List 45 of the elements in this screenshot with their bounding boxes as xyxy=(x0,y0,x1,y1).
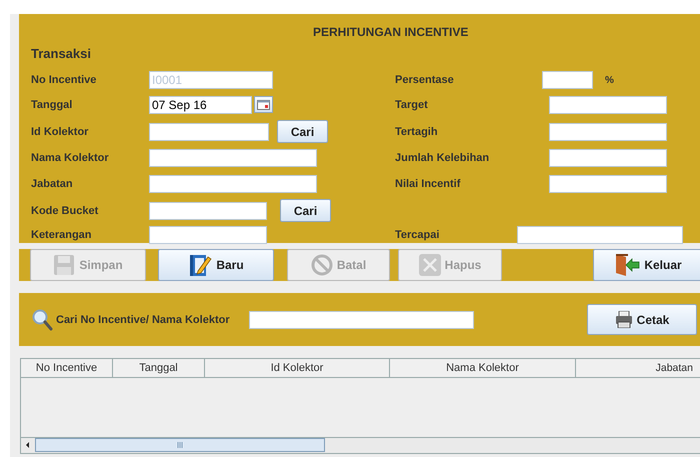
form-title: PERHITUNGAN INCENTIVE xyxy=(313,25,468,41)
text-field[interactable] xyxy=(549,149,667,167)
text-field[interactable] xyxy=(149,226,267,244)
field-label: Nilai Incentif xyxy=(395,178,460,190)
calendar-button[interactable] xyxy=(254,96,273,113)
date-field[interactable]: 07 Sep 16 xyxy=(149,96,252,114)
search-button[interactable]: Cari xyxy=(280,199,331,222)
search-label: Cari No Incentive/ Nama Kolektor xyxy=(56,314,231,326)
field-label: Jumlah Kelebihan xyxy=(395,152,490,164)
notebook-pencil-icon xyxy=(188,253,212,277)
field-label: Tanggal xyxy=(31,98,74,110)
search-field[interactable] xyxy=(249,310,474,328)
prohibited-icon xyxy=(310,254,333,276)
exit-button[interactable]: Keluar xyxy=(593,249,700,281)
unit-label: % xyxy=(605,74,614,86)
field-label: Tercapai xyxy=(395,229,440,241)
text-field[interactable] xyxy=(549,96,667,114)
field-label: Target xyxy=(395,98,428,110)
text-field[interactable] xyxy=(149,202,267,220)
search-button[interactable]: Cari xyxy=(277,120,328,143)
text-field[interactable] xyxy=(149,174,317,192)
printer-icon xyxy=(614,311,633,328)
cross-icon xyxy=(418,254,441,276)
horizontal-scrollbar[interactable] xyxy=(21,437,700,453)
field-label: Kode Bucket xyxy=(31,204,100,216)
field-label: Persentase xyxy=(395,74,454,86)
calendar-icon xyxy=(257,100,270,110)
field-label: Nama Kolektor xyxy=(31,152,110,164)
field-label: No Incentive xyxy=(31,74,98,86)
section-heading: Transaksi xyxy=(31,46,91,63)
text-field[interactable] xyxy=(542,71,593,89)
scrollbar-thumb[interactable] xyxy=(35,438,325,452)
search-icon xyxy=(32,308,53,330)
field-label: Tertagih xyxy=(395,126,438,138)
door-arrow-icon xyxy=(614,253,640,277)
text-field[interactable] xyxy=(149,122,269,140)
text-field[interactable] xyxy=(149,149,317,167)
print-button[interactable]: Cetak xyxy=(587,304,697,335)
text-field[interactable] xyxy=(517,226,683,244)
new-button[interactable]: Baru xyxy=(158,249,274,281)
text-field[interactable] xyxy=(549,122,667,140)
text-field[interactable] xyxy=(549,174,667,192)
field-label: Jabatan xyxy=(31,178,74,190)
field-label: Keterangan xyxy=(31,229,93,241)
field-label: Id Kolektor xyxy=(31,126,90,138)
